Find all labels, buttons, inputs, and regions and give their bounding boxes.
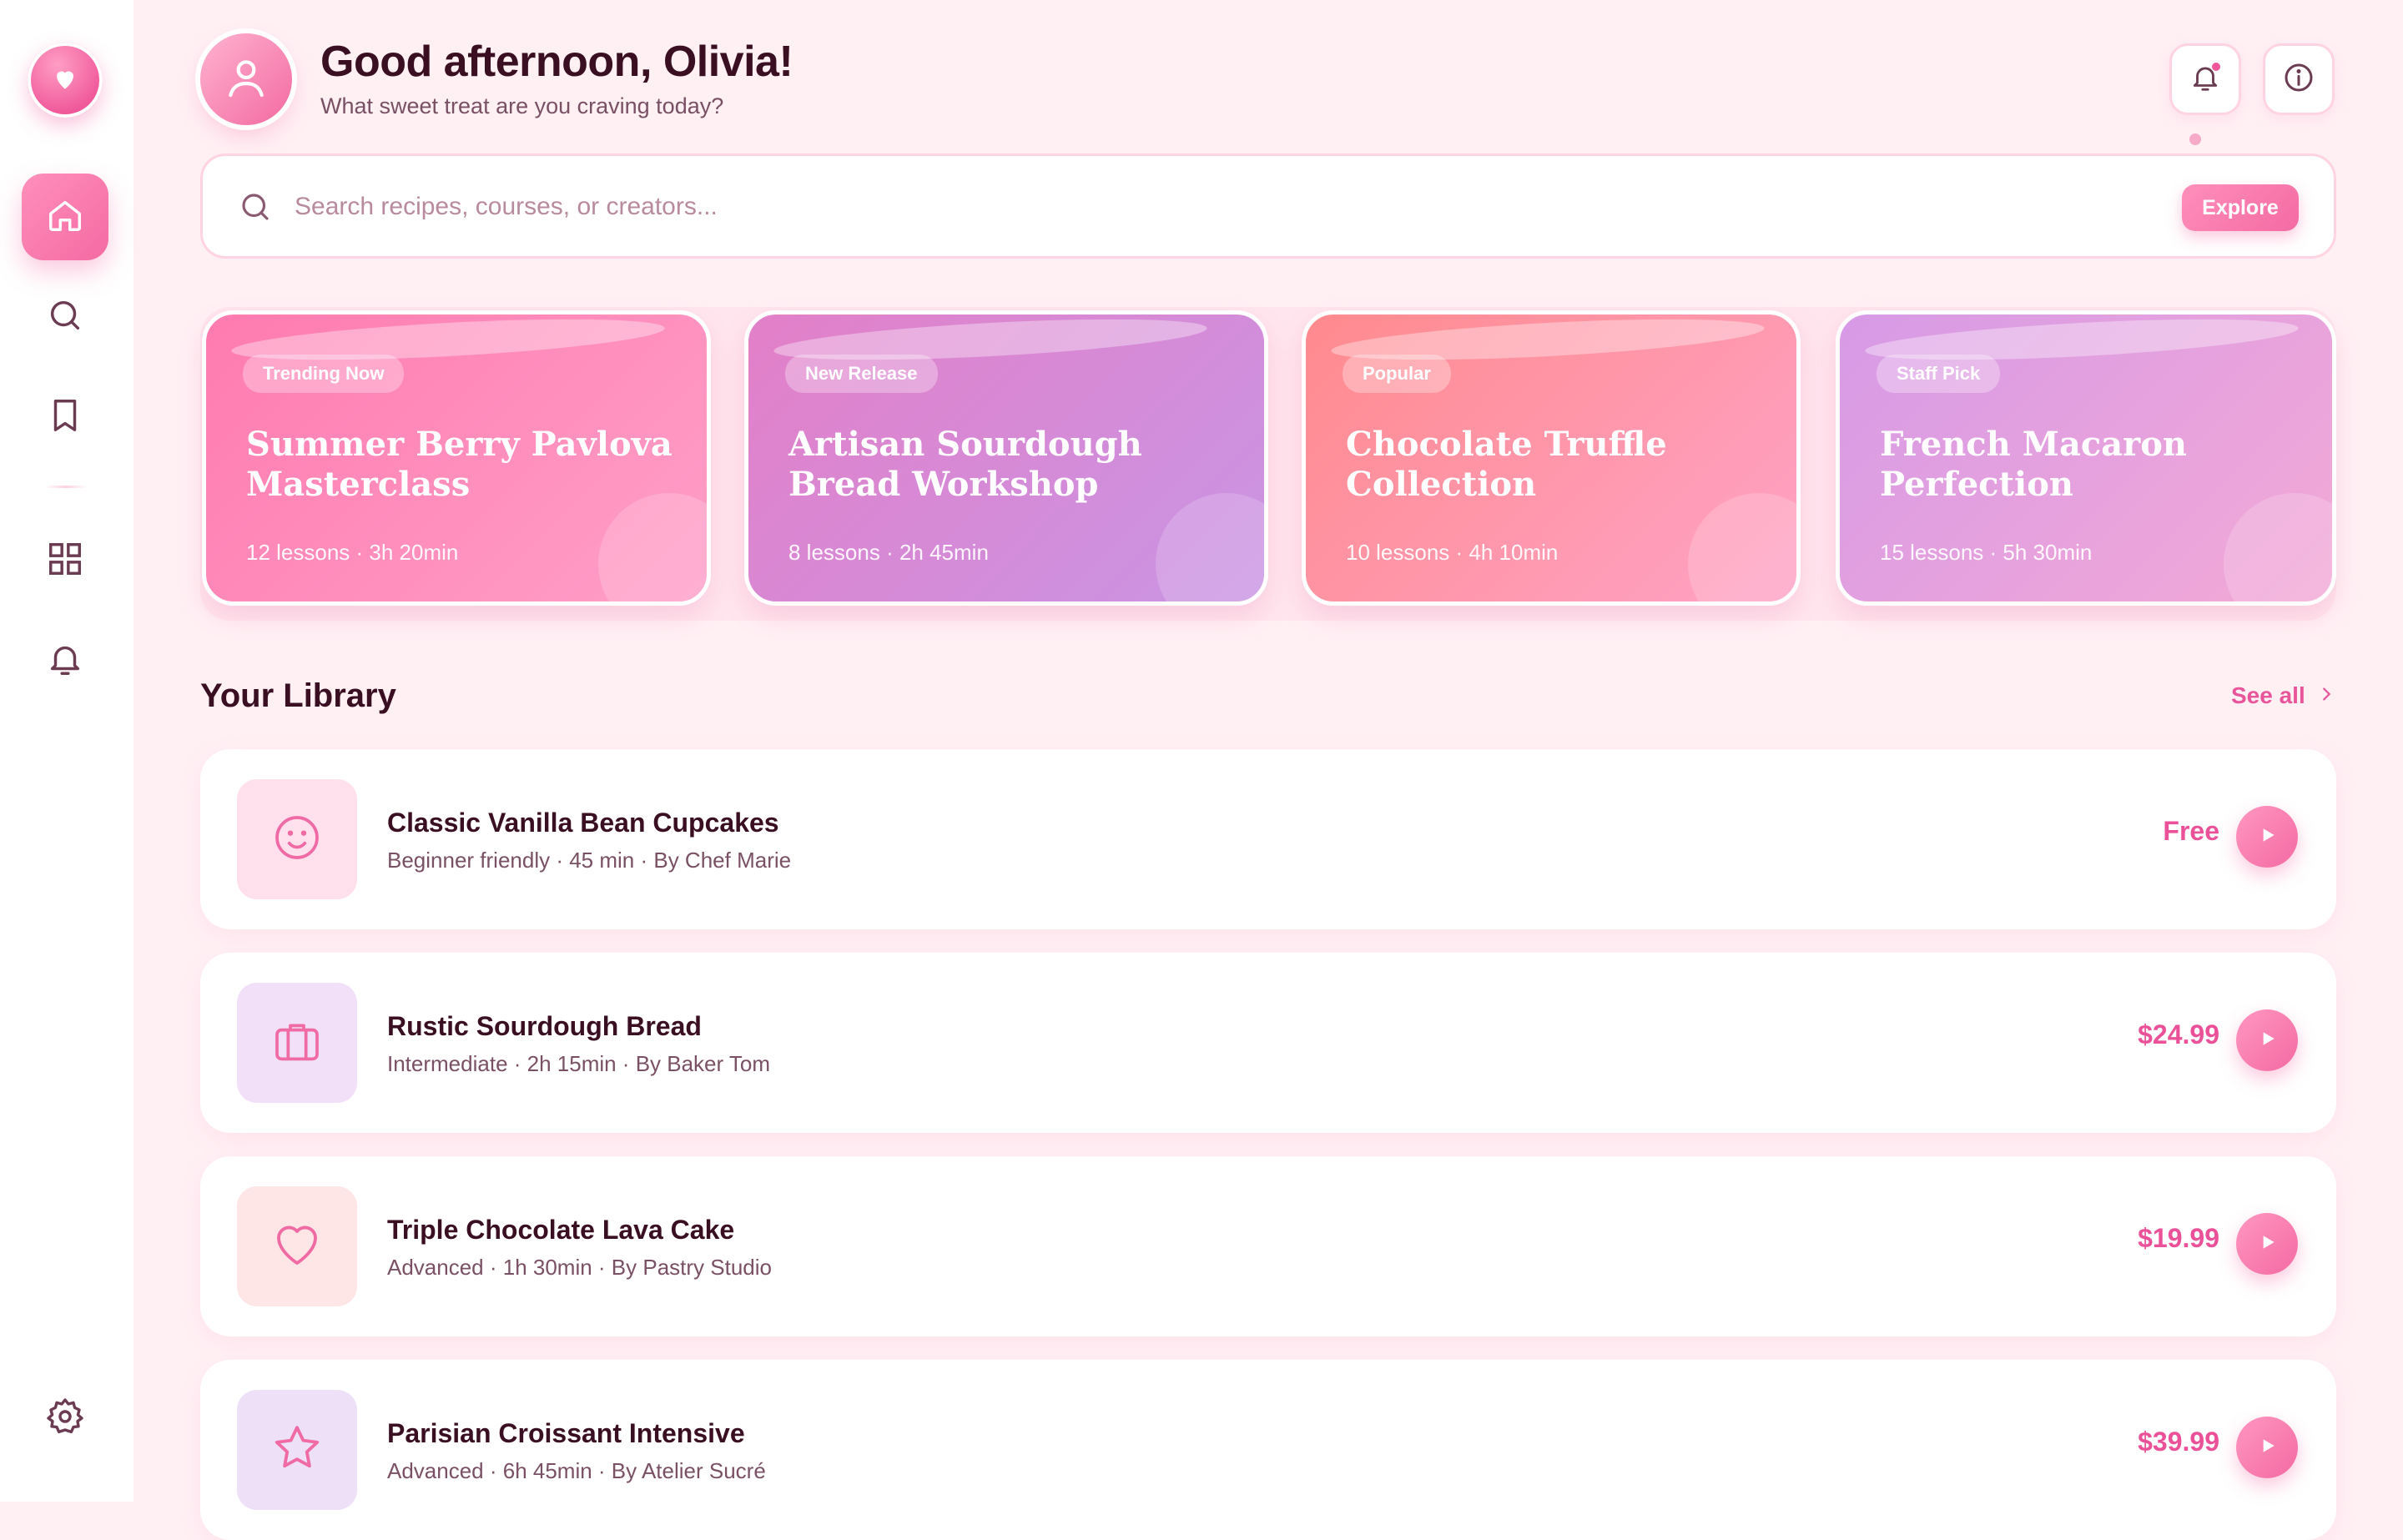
sidebar-item-categories[interactable] — [22, 517, 108, 604]
bookmark-icon — [46, 396, 84, 439]
grid-icon — [46, 540, 84, 582]
page-subtitle: What sweet treat are you craving today? — [320, 93, 724, 118]
card-bubble — [1688, 493, 1796, 601]
sidebar-item-search[interactable] — [22, 274, 108, 360]
card-bubble — [1156, 493, 1264, 601]
info-icon — [2282, 61, 2315, 98]
sidebar — [0, 0, 134, 1502]
info-button[interactable] — [2263, 43, 2335, 115]
featured-tag: Popular — [1343, 355, 1451, 393]
heart-pin-icon — [51, 64, 79, 97]
see-all-label: See all — [2231, 682, 2305, 708]
play-button[interactable] — [2236, 806, 2298, 868]
play-button[interactable] — [2236, 1009, 2298, 1071]
item-meta: Advanced · 1h 30min · By Pastry Studio — [387, 1255, 773, 1280]
featured-title: Chocolate Truffle Collection — [1346, 425, 1667, 504]
sidebar-divider — [45, 486, 87, 488]
star-icon — [270, 1421, 325, 1480]
search-input[interactable] — [293, 179, 2048, 234]
chevron-right-icon — [2317, 682, 2335, 709]
featured-meta: 15 lessons · 5h 30min — [1880, 540, 2093, 565]
featured-title: Summer Berry Pavlova Masterclass — [246, 425, 673, 504]
featured-meta: 12 lessons · 3h 20min — [246, 540, 459, 565]
card-bubble — [598, 493, 707, 601]
settings-icon — [45, 1397, 85, 1441]
card-bubble — [2224, 493, 2332, 601]
search-bar: Explore — [200, 153, 2336, 259]
explore-button[interactable]: Explore — [2182, 184, 2299, 231]
library-item[interactable]: Triple Chocolate Lava Cake Advanced · 1h… — [200, 1156, 2336, 1336]
item-thumbnail — [237, 983, 357, 1103]
user-icon — [223, 54, 270, 105]
featured-tag: New Release — [785, 355, 938, 393]
play-icon — [2256, 1435, 2278, 1461]
item-thumbnail — [237, 779, 357, 899]
sidebar-item-home[interactable] — [22, 174, 108, 260]
play-icon — [2256, 1231, 2278, 1257]
item-meta: Beginner friendly · 45 min · By Chef Mar… — [387, 848, 792, 873]
featured-meta: 8 lessons · 2h 45min — [788, 540, 989, 565]
decorative-dot — [2189, 133, 2201, 145]
play-button[interactable] — [2236, 1213, 2298, 1275]
item-meta: Intermediate · 2h 15min · By Baker Tom — [387, 1051, 771, 1076]
item-price: $19.99 — [2138, 1223, 2219, 1253]
library-title: Your Library — [200, 677, 396, 714]
item-thumbnail — [237, 1186, 357, 1306]
featured-card[interactable]: Staff Pick French Macaron Perfection 15 … — [1836, 310, 2336, 606]
library-item[interactable]: Rustic Sourdough Bread Intermediate · 2h… — [200, 953, 2336, 1133]
play-button[interactable] — [2236, 1417, 2298, 1478]
item-title: Rustic Sourdough Bread — [387, 1011, 702, 1041]
home-icon — [46, 196, 84, 239]
user-avatar[interactable] — [200, 33, 292, 125]
featured-tag: Staff Pick — [1877, 355, 2001, 393]
play-icon — [2256, 824, 2278, 850]
library-item[interactable]: Parisian Croissant Intensive Advanced · … — [200, 1360, 2336, 1540]
see-all-link[interactable]: See all — [2231, 682, 2335, 709]
notification-dot — [2212, 63, 2220, 71]
search-icon — [238, 189, 273, 229]
item-thumbnail — [237, 1390, 357, 1510]
featured-tag: Trending Now — [243, 355, 405, 393]
item-title: Classic Vanilla Bean Cupcakes — [387, 808, 779, 838]
featured-card[interactable]: Popular Chocolate Truffle Collection 10 … — [1302, 310, 1801, 606]
item-meta: Advanced · 6h 45min · By Atelier Sucré — [387, 1458, 766, 1483]
smile-icon — [270, 811, 324, 868]
sidebar-item-notifications[interactable] — [22, 617, 108, 704]
sidebar-item-settings[interactable] — [22, 1375, 108, 1462]
search-icon — [46, 296, 84, 339]
app-logo[interactable] — [28, 43, 103, 118]
sidebar-item-bookmarks[interactable] — [22, 374, 108, 460]
featured-meta: 10 lessons · 4h 10min — [1346, 540, 1559, 565]
play-icon — [2256, 1028, 2278, 1054]
featured-title: French Macaron Perfection — [1880, 425, 2187, 504]
heart-icon — [270, 1217, 325, 1276]
featured-card[interactable]: New Release Artisan Sourdough Bread Work… — [744, 310, 1268, 606]
featured-card[interactable]: Trending Now Summer Berry Pavlova Master… — [202, 310, 711, 606]
item-price: $39.99 — [2138, 1427, 2219, 1457]
bell-icon — [46, 640, 84, 682]
library-item[interactable]: Classic Vanilla Bean Cupcakes Beginner f… — [200, 749, 2336, 929]
item-title: Parisian Croissant Intensive — [387, 1418, 745, 1448]
briefcase-icon — [270, 1014, 324, 1072]
item-price: Free — [2163, 816, 2219, 846]
page-title: Good afternoon, Olivia! — [320, 38, 793, 86]
item-price: $24.99 — [2138, 1019, 2219, 1049]
featured-title: Artisan Sourdough Bread Workshop — [788, 425, 1142, 504]
notifications-button[interactable] — [2169, 43, 2241, 115]
item-title: Triple Chocolate Lava Cake — [387, 1215, 735, 1245]
